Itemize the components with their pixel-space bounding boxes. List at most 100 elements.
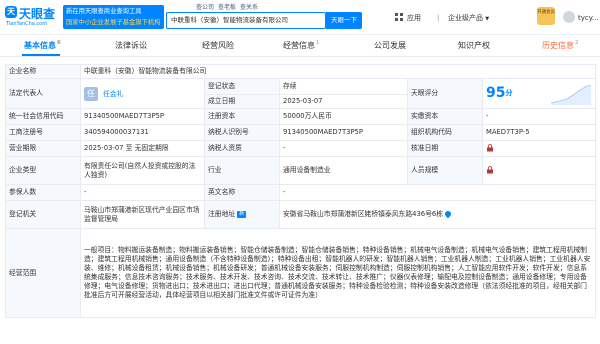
term-value: 2025-03-07 至 无固定期限 bbox=[80, 140, 205, 157]
industry-value: 通用设备制造业 bbox=[279, 156, 408, 185]
company-tab-bar: 基本信息6 法律诉讼 经营风险 经营信息1 公司发展 知识产权 历史信息2 bbox=[0, 35, 600, 57]
credit-code-value: 91340500MAED7T3P5P bbox=[80, 108, 205, 125]
tab-development[interactable]: 公司发展 bbox=[374, 35, 406, 56]
map-pin-icon[interactable] bbox=[443, 209, 453, 219]
grid-icon[interactable] bbox=[395, 13, 404, 22]
score-label: 天眼评分 bbox=[407, 78, 483, 109]
tab-ip[interactable]: 知识产权 bbox=[458, 35, 490, 56]
insured-label: 参保人数 bbox=[5, 184, 81, 201]
company-type-value: 有限责任公司(自然人投资或控股的法人独资) bbox=[80, 156, 205, 185]
reg-status-value: 存续 bbox=[279, 78, 408, 95]
reg-address-label-text: 注册地址 bbox=[208, 210, 236, 218]
reg-address-label: 注册地址新 bbox=[204, 200, 280, 229]
logo-icon: 天 bbox=[5, 6, 17, 18]
business-scope-value: 一般项目：物料搬运装备制造；物料搬运装备销售；智能仓储装备制造；智能仓储装备销售… bbox=[79, 228, 597, 318]
reg-address-cell: 安徽省马鞍山市郑蒲港新区姥桥镇泰风东路436号6栋 bbox=[278, 200, 597, 229]
tab-legal-label: 法律诉讼 bbox=[115, 41, 147, 50]
promo-banner[interactable]: 新在用天眼查商业查询工具 国家中小企业发展子基金旗下机构 bbox=[63, 5, 164, 29]
reg-authority-value: 马鞍山市郑蒲港新区现代产业园区市场监督管理局 bbox=[80, 200, 205, 229]
industry-label: 行业 bbox=[204, 156, 280, 185]
staff-size-label: 人员规模 bbox=[407, 156, 483, 185]
nav-divider: | bbox=[437, 14, 440, 22]
tab-risk-label: 经营风险 bbox=[202, 41, 234, 50]
reg-authority-label: 登记机关 bbox=[5, 200, 81, 229]
company-name-value: 中联重科（安徽）智能物流装备有限公司 bbox=[79, 64, 597, 79]
credit-code-label: 统一社会信用代码 bbox=[5, 108, 81, 125]
company-name-label: 企业名称 bbox=[5, 64, 81, 79]
logo-text: 天眼查 bbox=[19, 7, 56, 21]
nav-enterprise-label: 企业级产品 bbox=[448, 14, 483, 22]
basic-info-table: 企业名称 中联重科（安徽）智能物流装备有限公司 法定代表人 任任会礼 登记状态 … bbox=[5, 64, 597, 318]
tab-risk[interactable]: 经营风险 bbox=[202, 35, 234, 56]
tianyancha-logo[interactable]: 天 天眼查 TianYanCha.com bbox=[5, 4, 57, 31]
lock-icon bbox=[487, 144, 493, 152]
trend-sparkline bbox=[551, 84, 592, 105]
tab-basic-info[interactable]: 基本信息6 bbox=[24, 35, 61, 56]
tab-operations[interactable]: 经营信息1 bbox=[283, 35, 320, 56]
top-navigation-bar: 天 天眼查 TianYanCha.com 新在用天眼查商业查询工具 国家中小企业… bbox=[0, 0, 600, 35]
promo-line-2: 国家中小企业发展子基金旗下机构 bbox=[66, 19, 161, 26]
found-date-label: 成立日期 bbox=[204, 94, 280, 109]
taxpayer-id-value: 91340500MAED7T3P5P bbox=[279, 124, 408, 141]
scope-label: 经营范围 bbox=[5, 228, 81, 318]
taxpayer-qual-label: 纳税人资质 bbox=[204, 140, 280, 157]
legal-rep-label: 法定代表人 bbox=[5, 78, 81, 109]
basic-info-panel: 企业名称 中联重科（安徽）智能物流装备有限公司 法定代表人 任任会礼 登记状态 … bbox=[5, 64, 597, 344]
reg-capital-label: 注册资本 bbox=[204, 108, 280, 125]
reg-status-label: 登记状态 bbox=[204, 78, 280, 95]
legal-rep-avatar: 任 bbox=[84, 86, 98, 101]
user-name[interactable]: tycy... bbox=[578, 12, 599, 24]
search-tab-company[interactable]: 查公司 bbox=[196, 4, 214, 12]
org-code-value: MAED7T3P-5 bbox=[481, 124, 597, 141]
tab-basic-info-count: 6 bbox=[57, 40, 61, 46]
biz-reg-no-label: 工商注册号 bbox=[5, 124, 81, 141]
new-tag: 新 bbox=[237, 210, 247, 218]
tab-development-label: 公司发展 bbox=[374, 41, 406, 50]
search-button[interactable]: 天眼一下 bbox=[326, 12, 362, 29]
biz-reg-no-value: 340594000037131 bbox=[80, 124, 205, 141]
legal-rep-cell: 任任会礼 bbox=[80, 78, 205, 109]
logo-domain: TianYanCha.com bbox=[6, 21, 48, 27]
english-name-label: 英文名称 bbox=[204, 184, 280, 201]
tab-history-label: 历史信息 bbox=[542, 41, 574, 50]
nav-enterprise-products[interactable]: 企业级产品 ▼ bbox=[448, 12, 489, 24]
approve-date-value[interactable] bbox=[481, 140, 597, 157]
tab-legal[interactable]: 法律诉讼 bbox=[115, 35, 147, 56]
nav-apps[interactable]: 应用 bbox=[407, 12, 421, 24]
avatar[interactable] bbox=[563, 11, 575, 23]
found-date-value: 2025-03-07 bbox=[279, 94, 408, 109]
score-unit: 分 bbox=[505, 88, 513, 97]
chevron-down-icon: ▼ bbox=[485, 16, 490, 22]
score-cell: 95分 bbox=[481, 78, 597, 109]
reg-address-value: 安徽省马鞍山市郑蒲港新区姥桥镇泰风东路436号6栋 bbox=[283, 210, 444, 218]
tab-operations-label: 经营信息 bbox=[283, 41, 315, 50]
tab-history-count: 2 bbox=[575, 40, 579, 46]
english-name-value: - bbox=[278, 184, 597, 201]
paid-capital-value: - bbox=[481, 108, 597, 125]
vip-badge-label: 开通会员 bbox=[537, 10, 555, 15]
company-type-label: 企业类型 bbox=[5, 156, 81, 185]
org-code-label: 组织机构代码 bbox=[407, 124, 483, 141]
promo-line-1: 新在用天眼查商业查询工具 bbox=[66, 8, 142, 15]
tab-ip-label: 知识产权 bbox=[458, 41, 490, 50]
active-tab-indicator bbox=[22, 54, 60, 56]
tab-operations-count: 1 bbox=[316, 40, 320, 46]
lock-icon bbox=[487, 166, 493, 174]
search-type-tabs: 查公司 查老板 查关系 bbox=[196, 4, 258, 12]
tab-basic-info-label: 基本信息 bbox=[24, 41, 56, 50]
search-tab-relation[interactable]: 查关系 bbox=[240, 4, 258, 12]
search-input[interactable]: 中联重科（安徽）智能物流装备有限公司 bbox=[166, 12, 326, 29]
legal-rep-link[interactable]: 任会礼 bbox=[103, 90, 123, 98]
taxpayer-qual-value: - bbox=[279, 140, 408, 157]
reg-capital-value: 50000万人民币 bbox=[279, 108, 408, 125]
vip-badge[interactable]: 开通会员 bbox=[537, 7, 555, 25]
search-tab-boss[interactable]: 查老板 bbox=[218, 4, 236, 12]
taxpayer-id-label: 纳税人识别号 bbox=[204, 124, 280, 141]
tab-history[interactable]: 历史信息2 bbox=[542, 35, 579, 56]
paid-capital-label: 实缴资本 bbox=[407, 108, 483, 125]
staff-size-value[interactable] bbox=[481, 156, 597, 185]
approve-date-label: 核准日期 bbox=[407, 140, 483, 157]
term-label: 营业期限 bbox=[5, 140, 81, 157]
insured-value: - bbox=[80, 184, 205, 201]
score-value: 95 bbox=[486, 84, 506, 101]
